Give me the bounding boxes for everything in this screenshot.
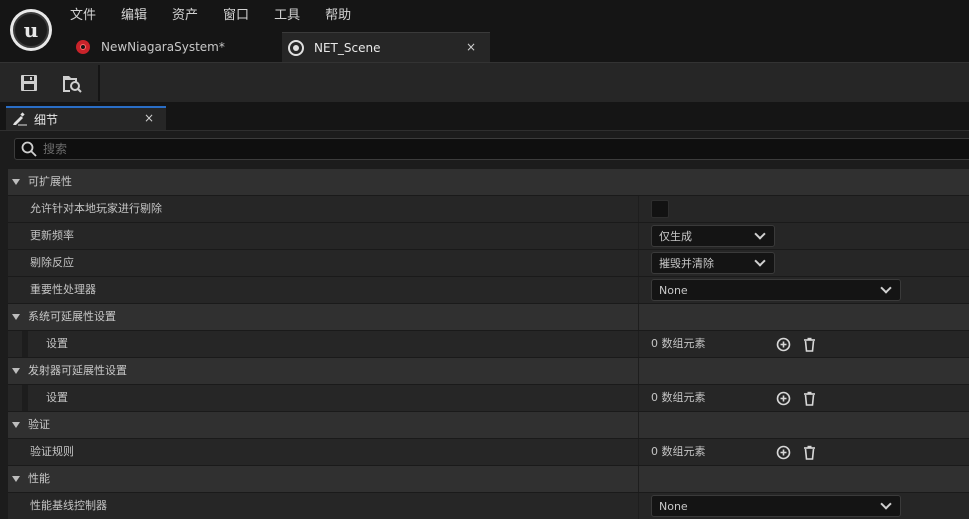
- expand-arrow-icon[interactable]: [12, 179, 20, 185]
- array-count: 0 数组元素: [651, 337, 706, 350]
- expand-arrow-icon[interactable]: [12, 368, 20, 374]
- unreal-logo-icon[interactable]: u: [10, 9, 52, 51]
- property-label: 设置: [46, 337, 68, 350]
- indent-guide: [22, 385, 28, 411]
- column-divider[interactable]: [638, 493, 639, 519]
- column-divider[interactable]: [638, 304, 639, 330]
- expand-arrow-icon[interactable]: [12, 422, 20, 428]
- property-grid: 可扩展性 允许针对本地玩家进行剔除 更新频率 仅生成 剔除反应 摧毁并清除 重要…: [8, 169, 969, 519]
- details-pencil-icon: [13, 112, 27, 126]
- browse-asset-button[interactable]: [58, 69, 86, 97]
- update-frequency-dropdown[interactable]: 仅生成: [651, 225, 775, 247]
- property-row: 剔除反应 摧毁并清除: [8, 250, 969, 277]
- chevron-down-icon: [754, 255, 766, 267]
- property-row: 重要性处理器 None: [8, 277, 969, 304]
- search-icon: [21, 141, 37, 157]
- chevron-down-icon: [754, 228, 766, 240]
- category-label: 系统可延展性设置: [28, 310, 116, 323]
- tab-new-niagara-system[interactable]: NewNiagaraSystem*: [66, 32, 282, 62]
- browse-asset-icon: [63, 76, 82, 93]
- tab-label: NewNiagaraSystem*: [101, 40, 225, 54]
- expand-arrow-icon[interactable]: [12, 476, 20, 482]
- add-element-icon[interactable]: [776, 445, 791, 460]
- array-count: 0 数组元素: [651, 391, 706, 404]
- trash-icon[interactable]: [802, 337, 817, 352]
- property-label: 设置: [46, 391, 68, 404]
- category-system-scalability[interactable]: 系统可延展性设置: [8, 304, 969, 331]
- allow-cull-local-player-checkbox[interactable]: [651, 200, 669, 218]
- array-count: 0 数组元素: [651, 445, 706, 458]
- column-divider[interactable]: [638, 223, 639, 249]
- tab-net-scene[interactable]: NET_Scene ×: [282, 32, 490, 62]
- niagara-system-icon: [76, 40, 90, 54]
- column-divider[interactable]: [638, 331, 639, 357]
- column-divider[interactable]: [638, 196, 639, 222]
- dropdown-value: None: [659, 283, 688, 297]
- property-label: 更新频率: [30, 229, 74, 242]
- property-row: 设置 0 数组元素: [8, 331, 969, 358]
- category-label: 可扩展性: [28, 175, 72, 188]
- indent-guide: [22, 331, 28, 357]
- menu-bar: 文件 编辑 资产 窗口 工具 帮助: [62, 6, 368, 26]
- menu-edit[interactable]: 编辑: [113, 6, 155, 26]
- property-row: 允许针对本地玩家进行剔除: [8, 196, 969, 223]
- category-label: 验证: [28, 418, 50, 431]
- close-icon[interactable]: ×: [144, 111, 154, 125]
- column-divider[interactable]: [638, 466, 639, 492]
- menu-window[interactable]: 窗口: [215, 6, 257, 26]
- dropdown-value: None: [659, 499, 688, 513]
- significance-handler-dropdown[interactable]: None: [651, 279, 901, 301]
- title-bar: u 文件 编辑 资产 窗口 工具 帮助 NewNiagaraSystem* NE…: [0, 0, 969, 62]
- tab-details[interactable]: 细节 ×: [6, 106, 166, 130]
- tab-label: NET_Scene: [314, 40, 381, 55]
- menu-help[interactable]: 帮助: [317, 6, 359, 26]
- perf-baseline-controller-dropdown[interactable]: None: [651, 495, 901, 517]
- category-scalability[interactable]: 可扩展性: [8, 169, 969, 196]
- cull-reaction-dropdown[interactable]: 摧毁并清除: [651, 252, 775, 274]
- trash-icon[interactable]: [802, 445, 817, 460]
- expand-arrow-icon[interactable]: [12, 314, 20, 320]
- menu-tools[interactable]: 工具: [266, 6, 308, 26]
- property-row: 更新频率 仅生成: [8, 223, 969, 250]
- category-label: 性能: [28, 472, 50, 485]
- property-row: 验证规则 0 数组元素: [8, 439, 969, 466]
- property-label: 性能基线控制器: [30, 499, 107, 512]
- menu-asset[interactable]: 资产: [164, 6, 206, 26]
- dropdown-value: 摧毁并清除: [659, 257, 714, 270]
- property-row: 设置 0 数组元素: [8, 385, 969, 412]
- category-validation[interactable]: 验证: [8, 412, 969, 439]
- toolbar: [0, 62, 969, 102]
- save-icon: [21, 75, 37, 91]
- search-input[interactable]: [43, 142, 843, 156]
- menu-file[interactable]: 文件: [62, 6, 104, 26]
- trash-icon[interactable]: [802, 391, 817, 406]
- add-element-icon[interactable]: [776, 391, 791, 406]
- category-label: 发射器可延展性设置: [28, 364, 127, 377]
- column-divider[interactable]: [638, 358, 639, 384]
- save-button[interactable]: [15, 69, 43, 97]
- column-divider[interactable]: [638, 439, 639, 465]
- scene-icon: [288, 39, 304, 56]
- property-label: 重要性处理器: [30, 283, 96, 296]
- close-icon[interactable]: ×: [466, 40, 476, 54]
- chevron-down-icon: [880, 282, 892, 294]
- search-box[interactable]: [14, 138, 969, 160]
- property-row: 性能基线控制器 None: [8, 493, 969, 519]
- category-performance[interactable]: 性能: [8, 466, 969, 493]
- add-element-icon[interactable]: [776, 337, 791, 352]
- column-divider[interactable]: [638, 412, 639, 438]
- category-emitter-scalability[interactable]: 发射器可延展性设置: [8, 358, 969, 385]
- toolbar-separator: [98, 65, 100, 101]
- panel-title: 细节: [34, 112, 59, 127]
- property-label: 剔除反应: [30, 256, 74, 269]
- chevron-down-icon: [880, 498, 892, 510]
- dropdown-value: 仅生成: [659, 230, 692, 243]
- column-divider[interactable]: [638, 250, 639, 276]
- column-divider[interactable]: [638, 385, 639, 411]
- property-label: 允许针对本地玩家进行剔除: [30, 202, 162, 215]
- property-label: 验证规则: [30, 445, 74, 458]
- column-divider[interactable]: [638, 277, 639, 303]
